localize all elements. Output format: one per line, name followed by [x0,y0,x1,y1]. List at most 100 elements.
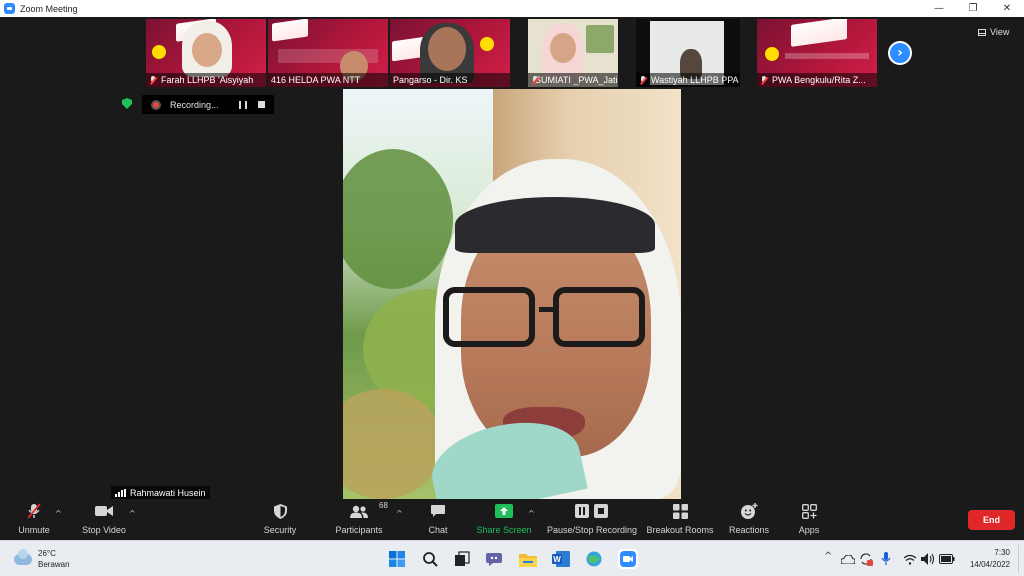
weather-widget[interactable]: 26°C Berawan [14,548,70,570]
show-hidden-icons-chevron[interactable]: ^ [824,551,832,562]
battery-icon[interactable] [937,549,957,569]
window-title-bar: Zoom Meeting — ❐ ✕ [0,0,1024,17]
taskbar-clock[interactable]: 7:30 14/04/2022 [962,547,1010,571]
active-speaker-name-label: Rahmawati Husein [111,486,210,500]
participant-thumbnail[interactable]: Farah LLHPB 'Aisyiyah [146,19,266,87]
participant-name-label: Pangarso - Dir. KS [390,73,510,87]
pause-stop-icon [575,503,609,519]
onedrive-cloud-icon[interactable] [838,549,858,569]
banner-slogan-graphic [791,19,847,47]
next-page-button[interactable]: › [888,41,912,65]
banner-band [785,53,869,59]
weather-temperature: 26°C [38,549,56,558]
participants-button[interactable]: 68 Participants [334,499,388,540]
participant-face [192,33,222,67]
recording-dot-icon [151,99,161,110]
chat-bubble-icon [430,503,446,519]
weather-description: Berawan [38,560,70,569]
signal-strength-icon [115,489,126,497]
wifi-icon[interactable] [900,549,920,569]
video-camera-icon [95,503,113,519]
recording-indicator: Recording... [142,95,274,114]
recording-label: Recording... [170,99,219,110]
share-options-caret[interactable]: ^ [528,509,535,518]
participants-options-caret[interactable]: ^ [396,509,403,518]
teams-chat-icon[interactable] [485,549,505,569]
participant-thumbnail[interactable]: Wastiyah LLHPB PPA [636,19,740,87]
apps-icon [801,503,817,519]
participant-thumbnail[interactable]: SUMIATI _PWA_Jatim [528,19,618,87]
muted-mic-icon [760,75,768,85]
wall-picture [586,25,614,53]
clock-date: 14/04/2022 [969,560,1010,569]
chat-button[interactable]: Chat [424,499,452,540]
view-button[interactable]: View [978,25,1009,39]
banner-slogan-graphic [272,19,308,42]
encryption-shield-icon[interactable] [122,98,132,109]
microphone-icon[interactable] [876,549,896,569]
smiley-plus-icon [740,503,758,519]
participants-count: 68 [379,501,388,510]
view-button-label: View [990,27,1010,37]
video-options-caret[interactable]: ^ [129,509,136,518]
stop-video-button[interactable]: Stop Video [80,499,128,540]
file-explorer-icon[interactable] [518,549,538,569]
browser-icon[interactable] [584,549,604,569]
muted-mic-icon [149,75,157,85]
security-button[interactable]: Security [260,499,300,540]
minimize-button[interactable]: — [922,0,956,17]
svg-text:W: W [553,555,561,564]
participant-thumbnail[interactable]: 416 HELDA PWA NTT [268,19,388,87]
meeting-toolbar: Unmute ^ Stop Video ^ Security 68 Partic… [0,499,1024,540]
participant-face [428,27,466,71]
restore-button[interactable]: ❐ [956,0,990,17]
pause-stop-recording-button[interactable]: Pause/Stop Recording [546,499,638,540]
participant-name-label: 416 HELDA PWA NTT [268,73,388,87]
sync-alert-icon[interactable] [856,549,876,569]
participant-name-label: PWA Bengkulu/Rita Z... [757,73,877,87]
participant-face [550,33,576,63]
zoom-taskbar-icon[interactable] [618,549,638,569]
grid-view-icon [978,28,986,36]
show-desktop-button[interactable] [1018,545,1019,573]
speaker-glasses-left [443,287,535,347]
banner-logo [152,45,166,59]
chevron-right-icon: › [897,45,903,61]
active-speaker-video [343,89,681,499]
breakout-rooms-icon [672,503,688,519]
participant-name-label: Farah LLHPB 'Aisyiyah [146,73,266,87]
apps-button[interactable]: Apps [795,499,823,540]
share-screen-button[interactable]: Share Screen [476,499,532,540]
word-icon[interactable]: W [551,549,571,569]
muted-mic-icon [639,75,647,85]
zoom-app-icon [4,3,15,14]
speaker-glasses-right [553,287,645,347]
volume-icon[interactable] [918,549,938,569]
breakout-rooms-button[interactable]: Breakout Rooms [646,499,714,540]
cloudy-weather-icon [14,548,32,565]
clock-time: 7:30 [994,548,1010,557]
end-meeting-button[interactable]: End [968,510,1015,530]
speaker-inner-hijab [455,197,655,253]
participant-name-label: Wastiyah LLHPB PPA [636,73,740,87]
stop-recording-icon[interactable] [258,101,265,108]
pause-recording-icon[interactable] [239,100,247,109]
participant-thumbnail[interactable]: PWA Bengkulu/Rita Z... [757,19,877,87]
windows-start-icon[interactable] [387,549,407,569]
banner-logo [480,37,494,51]
security-shield-icon [273,503,287,519]
task-view-icon[interactable] [452,549,472,569]
share-screen-icon [495,503,513,519]
muted-microphone-icon [27,503,41,519]
participants-icon: 68 [349,501,388,519]
reactions-button[interactable]: Reactions [728,499,770,540]
banner-logo [765,47,779,61]
search-icon[interactable] [420,549,440,569]
audio-options-caret[interactable]: ^ [55,509,62,518]
unmute-button[interactable]: Unmute [14,499,54,540]
participant-thumbnail[interactable]: Pangarso - Dir. KS [390,19,510,87]
close-button[interactable]: ✕ [990,0,1024,17]
windows-taskbar: 26°C Berawan W ^ 7:30 14/04/2022 [0,540,1024,576]
participant-name-label: SUMIATI _PWA_Jatim [528,73,618,87]
window-title: Zoom Meeting [20,3,78,14]
